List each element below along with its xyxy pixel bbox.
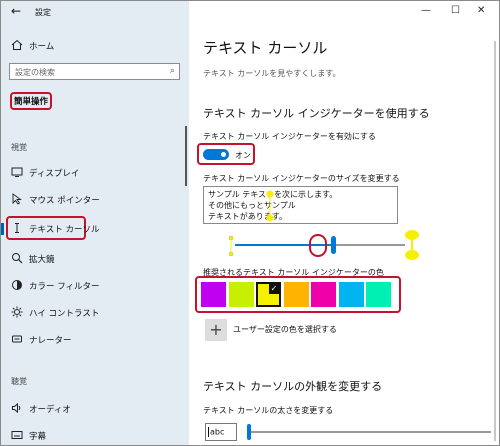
color-swatch[interactable]	[283, 282, 309, 307]
minimize-icon[interactable]: —	[421, 5, 431, 16]
sidebar-item-mouse-pointer[interactable]: マウス ポインター	[1, 186, 189, 212]
sidebar-item-label: ホーム	[29, 42, 55, 52]
sidebar-item-label: ディスプレイ	[29, 169, 80, 179]
sample-text-box: サンプル テキストを次に示します。 その他にもっとサンプル テキストがあります。	[203, 186, 398, 224]
sample-line: サンプル テキストを次に示します。	[208, 190, 338, 199]
main-content: — ☐ ✕ テキスト カーソル テキスト カーソルを見やすくします。 テキスト …	[189, 1, 499, 445]
sidebar-item-home[interactable]: ホーム	[1, 32, 189, 58]
size-slider-track-remaining[interactable]	[331, 244, 405, 246]
sidebar-item-label: 拡大鏡	[29, 255, 55, 265]
size-label: テキスト カーソル インジケーターのサイズを変更する	[203, 174, 400, 183]
search-input[interactable]: 設定の検索 ⌕	[9, 63, 180, 80]
speaker-icon	[11, 402, 23, 414]
mouse-pointer-icon	[11, 193, 23, 205]
color-filter-icon	[11, 279, 23, 291]
sidebar-item-display[interactable]: ディスプレイ	[1, 159, 189, 185]
indicator-toggle[interactable]	[203, 149, 229, 160]
magnifier-icon	[11, 252, 23, 264]
thickness-slider-track[interactable]	[251, 431, 491, 433]
thickness-sample: abc	[210, 427, 225, 437]
toggle-knob	[221, 152, 226, 157]
sidebar-item-audio[interactable]: オーディオ	[1, 395, 189, 421]
sidebar-scrollbar[interactable]	[185, 126, 187, 186]
thickness-label: テキスト カーソルの太さを変更する	[203, 406, 334, 415]
toggle-state: オン	[235, 151, 251, 160]
sidebar-item-label: オーディオ	[29, 405, 71, 415]
highlight-box	[309, 234, 327, 257]
color-swatch[interactable]	[228, 282, 254, 307]
display-icon	[11, 166, 23, 178]
back-arrow-icon[interactable]: ←	[11, 4, 21, 18]
sidebar-item-label: ハイ コントラスト	[29, 309, 100, 319]
color-swatch[interactable]	[366, 282, 391, 307]
sample-line: その他にもっとサンプル	[208, 201, 296, 210]
sidebar-item-high-contrast[interactable]: ハイ コントラスト	[1, 299, 189, 325]
sidebar-item-text-cursor[interactable]: テキスト カーソル	[1, 215, 189, 241]
title-bar: ← 設定	[1, 1, 189, 23]
large-size-icon	[405, 230, 419, 260]
page-subtitle: テキスト カーソルを見やすくします。	[203, 69, 341, 78]
plus-icon: +	[209, 320, 223, 339]
sidebar: ← 設定 ホーム 設定の検索 ⌕ 簡単操作 視覚 ディスプレイ マウス ポインタ…	[1, 1, 189, 445]
indicator-toggle-label: テキスト カーソル インジケーターを有効にする	[203, 132, 376, 141]
sidebar-item-label: テキスト カーソル	[29, 225, 100, 235]
sample-line: テキストがあります。	[208, 212, 287, 221]
content-scrollbar[interactable]	[494, 41, 496, 441]
maximize-icon[interactable]: ☐	[451, 5, 460, 16]
small-size-icon	[228, 235, 234, 257]
color-swatch[interactable]: ✓	[256, 282, 281, 307]
search-placeholder: 設定の検索	[15, 68, 55, 77]
color-swatch[interactable]	[338, 282, 364, 307]
indicator-heading: テキスト カーソル インジケーターを使用する	[203, 107, 430, 120]
high-contrast-icon	[11, 306, 23, 318]
sidebar-item-magnifier[interactable]: 拡大鏡	[1, 245, 189, 271]
close-icon[interactable]: ✕	[477, 5, 485, 16]
checkmark-icon: ✓	[269, 284, 279, 294]
sidebar-item-label: ナレーター	[29, 336, 72, 346]
text-cursor-icon	[11, 222, 23, 234]
color-swatch[interactable]	[201, 282, 226, 307]
color-swatch[interactable]	[311, 282, 336, 307]
section-label-vision: 視覚	[11, 143, 27, 152]
narrator-icon	[11, 333, 23, 345]
custom-color-label[interactable]: ユーザー設定の色を選択する	[233, 324, 337, 335]
sidebar-item-narrator[interactable]: ナレーター	[1, 326, 189, 352]
home-icon	[11, 39, 23, 51]
thickness-slider-thumb[interactable]	[247, 424, 251, 440]
search-icon: ⌕	[169, 66, 175, 76]
captions-icon	[11, 429, 23, 441]
appearance-heading: テキスト カーソルの外観を変更する	[203, 380, 383, 393]
sidebar-item-label: マウス ポインター	[29, 196, 100, 206]
size-slider-thumb[interactable]	[331, 236, 337, 254]
settings-window: ← 設定 ホーム 設定の検索 ⌕ 簡単操作 視覚 ディスプレイ マウス ポインタ…	[0, 0, 500, 446]
sidebar-item-label: 字幕	[29, 432, 47, 442]
thin-cursor	[208, 427, 209, 437]
sidebar-item-color-filter[interactable]: カラー フィルター	[1, 272, 189, 298]
sidebar-item-label: カラー フィルター	[29, 282, 100, 292]
thickness-preview-box: abc	[205, 423, 237, 441]
page-title: テキスト カーソル	[203, 39, 328, 57]
cursor-indicator-preview	[266, 190, 274, 222]
app-title: 設定	[35, 8, 51, 17]
section-label-hearing: 聴覚	[11, 377, 27, 386]
add-custom-color-button[interactable]: +	[205, 319, 227, 341]
category-ease-of-access[interactable]: 簡単操作	[10, 92, 53, 110]
sidebar-item-captions[interactable]: 字幕	[1, 422, 189, 445]
